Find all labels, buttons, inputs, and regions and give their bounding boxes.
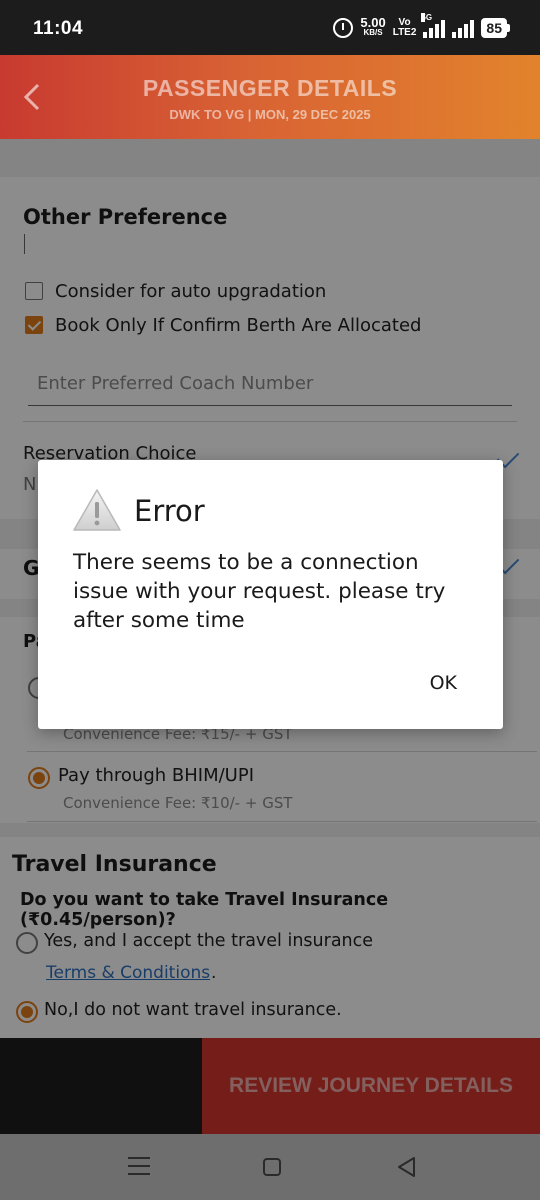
ok-button[interactable]: OK	[424, 668, 463, 698]
signal-5g-icon: 5G	[421, 13, 446, 38]
page-title: PASSENGER DETAILS	[142, 75, 398, 101]
error-dialog: Error There seems to be a connection iss…	[38, 460, 503, 729]
signal-icon	[452, 18, 475, 38]
status-time: 11:04	[33, 18, 84, 39]
signal-bar	[441, 20, 446, 38]
signal-bar	[470, 20, 475, 38]
signal-bar	[429, 28, 434, 38]
warning-icon	[73, 489, 121, 531]
battery-level: 85	[481, 18, 507, 38]
dialog-title: Error	[134, 494, 205, 528]
home-icon[interactable]	[263, 1158, 281, 1176]
signal-bar	[458, 28, 463, 38]
signal-bar	[464, 24, 469, 38]
status-icons: 5.00 KB/S Vo LTE2 5G 85	[333, 13, 510, 39]
menu-line	[128, 1173, 150, 1175]
signal-bar	[452, 32, 457, 38]
app-header: PASSENGER DETAILS DWK TO VG | MON, 29 DE…	[0, 55, 540, 139]
battery-icon: 85	[481, 18, 510, 38]
signal-bar	[423, 32, 428, 38]
volte-indicator: Vo LTE2	[393, 18, 417, 38]
journey-subtitle: DWK TO VG | MON, 29 DEC 2025	[169, 107, 371, 122]
menu-line	[128, 1165, 150, 1167]
net-speed-unit: KB/S	[363, 28, 383, 37]
battery-tip	[507, 24, 510, 32]
alarm-icon	[333, 18, 354, 38]
status-bar: 11:04 5.00 KB/S Vo LTE2 5G 85	[0, 0, 540, 55]
recent-apps-icon[interactable]	[128, 1157, 150, 1175]
signal-bar	[435, 24, 440, 38]
dialog-message: There seems to be a connection issue wit…	[73, 550, 446, 633]
menu-line	[128, 1157, 150, 1159]
network-type: 5G	[421, 13, 433, 22]
volte-bottom: LTE2	[392, 27, 417, 38]
system-nav-bar	[0, 1134, 540, 1200]
net-speed: 5.00 KB/S	[360, 15, 386, 38]
back-triangle-icon[interactable]	[396, 1156, 416, 1178]
net-speed-value: 5.00	[360, 15, 386, 30]
